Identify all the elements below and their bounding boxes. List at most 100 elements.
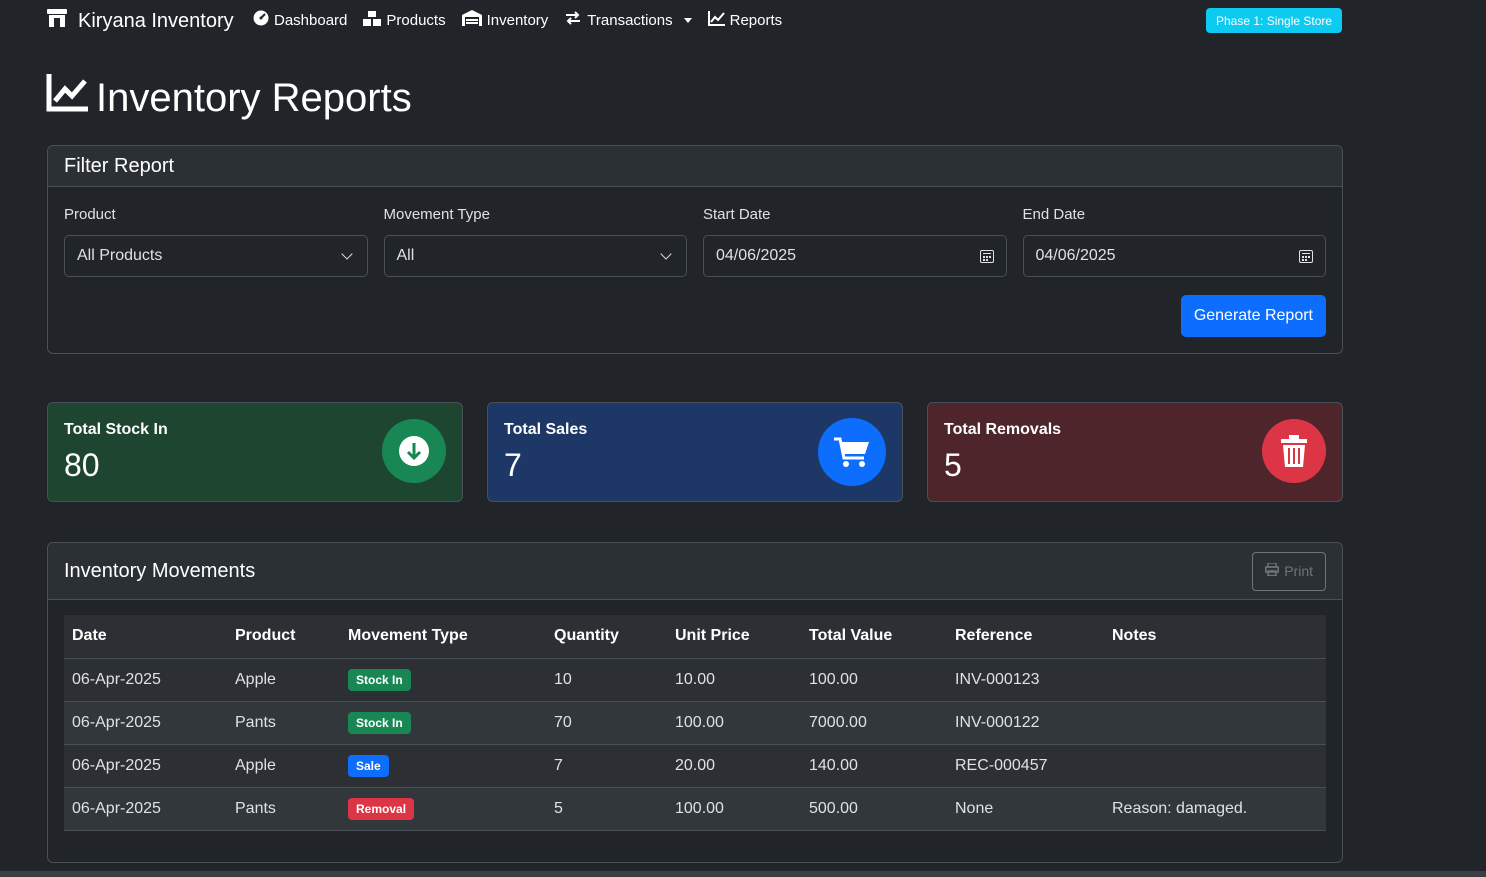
cell-product: Pants xyxy=(227,787,340,831)
cell-product: Apple xyxy=(227,658,340,702)
cell-movement-type: Removal xyxy=(340,787,546,831)
end-date-label: End Date xyxy=(1022,206,1086,223)
movement-label: Movement Type xyxy=(383,206,490,223)
cell-movement-type: Stock In xyxy=(340,658,546,702)
printer-icon xyxy=(1265,562,1280,579)
calendar-icon[interactable] xyxy=(979,249,994,263)
stat-removals-value: 5 xyxy=(944,447,962,483)
nav-products-label: Products xyxy=(386,11,446,29)
col-date: Date xyxy=(64,615,227,659)
movement-type-badge: Stock In xyxy=(348,668,411,691)
cart-icon xyxy=(818,418,886,486)
cell-total-value: 7000.00 xyxy=(801,701,947,745)
start-date-input[interactable]: 04/06/2025 xyxy=(703,235,1007,277)
cell-date: 06-Apr-2025 xyxy=(64,658,227,702)
cell-date: 06-Apr-2025 xyxy=(64,787,227,831)
chevron-down-icon xyxy=(340,248,353,260)
boxes-icon xyxy=(363,10,382,30)
exchange-icon xyxy=(564,10,582,30)
cell-reference: INV-000123 xyxy=(947,658,1104,702)
page-title-text: Inventory Reports xyxy=(96,75,412,120)
calendar-icon[interactable] xyxy=(1299,249,1313,263)
movements-table: Date Product Movement Type Quantity Unit… xyxy=(64,615,1326,831)
nav-dashboard[interactable]: Dashboard xyxy=(253,10,347,30)
col-product: Product xyxy=(227,615,340,659)
print-label: Print xyxy=(1284,563,1313,579)
movements-header: Inventory Movements Print xyxy=(48,543,1342,600)
nav-reports[interactable]: Reports xyxy=(707,10,783,30)
trash-icon xyxy=(1262,419,1326,483)
table-row: 06-Apr-2025 Pants Stock In 70 100.00 7000.00 I… xyxy=(64,701,1326,745)
cell-unit-price: 100.00 xyxy=(667,701,801,745)
cell-reference: None xyxy=(947,787,1104,831)
table-row: 06-Apr-2025 Apple Stock In 10 10.00 100.00 INV… xyxy=(64,658,1326,702)
nav-inventory-label: Inventory xyxy=(486,11,549,29)
movement-type-badge: Stock In xyxy=(348,711,411,734)
cell-reference: REC-000457 xyxy=(947,744,1104,788)
stat-stock-in-value: 80 xyxy=(64,447,100,483)
cell-product: Apple xyxy=(227,744,340,788)
start-date-label: Start Date xyxy=(703,206,771,223)
col-notes: Notes xyxy=(1104,615,1326,659)
top-navbar: Kiryana Inventory Dashboard Products Inv… xyxy=(0,0,1486,42)
generate-report-button[interactable]: Generate Report xyxy=(1180,295,1326,337)
cell-notes: Reason: damaged. xyxy=(1104,787,1326,831)
end-date-value: 04/06/2025 xyxy=(1035,247,1116,264)
movement-field: Movement Type All xyxy=(383,206,687,277)
cell-unit-price: 10.00 xyxy=(667,658,801,702)
filter-row: Product All Products Movement Type All S… xyxy=(64,206,1326,277)
stat-stock-in: Total Stock In 80 xyxy=(47,402,463,502)
nav-products[interactable]: Products xyxy=(363,10,446,30)
movements-card: Inventory Movements Print Date Product M… xyxy=(47,542,1343,863)
brand-link[interactable]: Kiryana Inventory xyxy=(46,8,234,34)
dropdown-caret-icon xyxy=(683,17,692,23)
movement-select-value: All xyxy=(396,247,415,264)
movements-title: Inventory Movements xyxy=(64,559,256,582)
cell-quantity: 10 xyxy=(546,658,667,702)
cell-date: 06-Apr-2025 xyxy=(64,744,227,788)
stat-sales: Total Sales 7 xyxy=(487,402,903,502)
print-button[interactable]: Print xyxy=(1252,551,1326,591)
col-movement-type: Movement Type xyxy=(340,615,546,659)
stat-sales-value: 7 xyxy=(504,447,522,483)
movement-type-badge: Removal xyxy=(348,797,415,820)
product-select-value: All Products xyxy=(77,247,163,264)
horizontal-scrollbar[interactable] xyxy=(0,871,1486,877)
cell-total-value: 500.00 xyxy=(801,787,947,831)
col-quantity: Quantity xyxy=(546,615,667,659)
cell-quantity: 5 xyxy=(546,787,667,831)
stat-removals: Total Removals 5 xyxy=(927,402,1343,502)
end-date-input[interactable]: 04/06/2025 xyxy=(1022,235,1326,277)
stat-removals-label: Total Removals xyxy=(944,421,1062,438)
dashboard-icon xyxy=(253,10,269,30)
col-unit-price: Unit Price xyxy=(667,615,801,659)
table-row: 06-Apr-2025 Pants Removal 5 100.00 500.00 None… xyxy=(64,787,1326,831)
product-field: Product All Products xyxy=(64,206,368,277)
col-total-value: Total Value xyxy=(801,615,947,659)
cell-total-value: 100.00 xyxy=(801,658,947,702)
chevron-down-icon xyxy=(660,248,672,260)
arrow-down-circle-icon xyxy=(382,419,446,483)
nav-transactions[interactable]: Transactions xyxy=(564,10,692,30)
cell-unit-price: 20.00 xyxy=(667,744,801,788)
cell-unit-price: 100.00 xyxy=(667,787,801,831)
cell-movement-type: Sale xyxy=(340,744,546,788)
cell-quantity: 7 xyxy=(546,744,667,788)
cell-date: 06-Apr-2025 xyxy=(64,701,227,745)
chart-line-icon xyxy=(46,74,88,122)
cell-notes xyxy=(1104,744,1326,788)
cell-total-value: 140.00 xyxy=(801,744,947,788)
cell-quantity: 70 xyxy=(546,701,667,745)
cell-notes xyxy=(1104,701,1326,745)
phase-badge: Phase 1: Single Store xyxy=(1206,8,1343,33)
page-title: Inventory Reports xyxy=(46,74,412,122)
movement-select[interactable]: All xyxy=(383,235,687,277)
stat-sales-label: Total Sales xyxy=(504,421,588,438)
nav-inventory[interactable]: Inventory xyxy=(461,10,549,30)
stat-stock-in-label: Total Stock In xyxy=(64,421,168,438)
nav-dashboard-label: Dashboard xyxy=(274,11,348,29)
nav-reports-label: Reports xyxy=(729,11,783,29)
chart-line-icon xyxy=(707,10,725,30)
table-row: 06-Apr-2025 Apple Sale 7 20.00 140.00 REC-0004… xyxy=(64,744,1326,788)
product-select[interactable]: All Products xyxy=(64,235,368,277)
